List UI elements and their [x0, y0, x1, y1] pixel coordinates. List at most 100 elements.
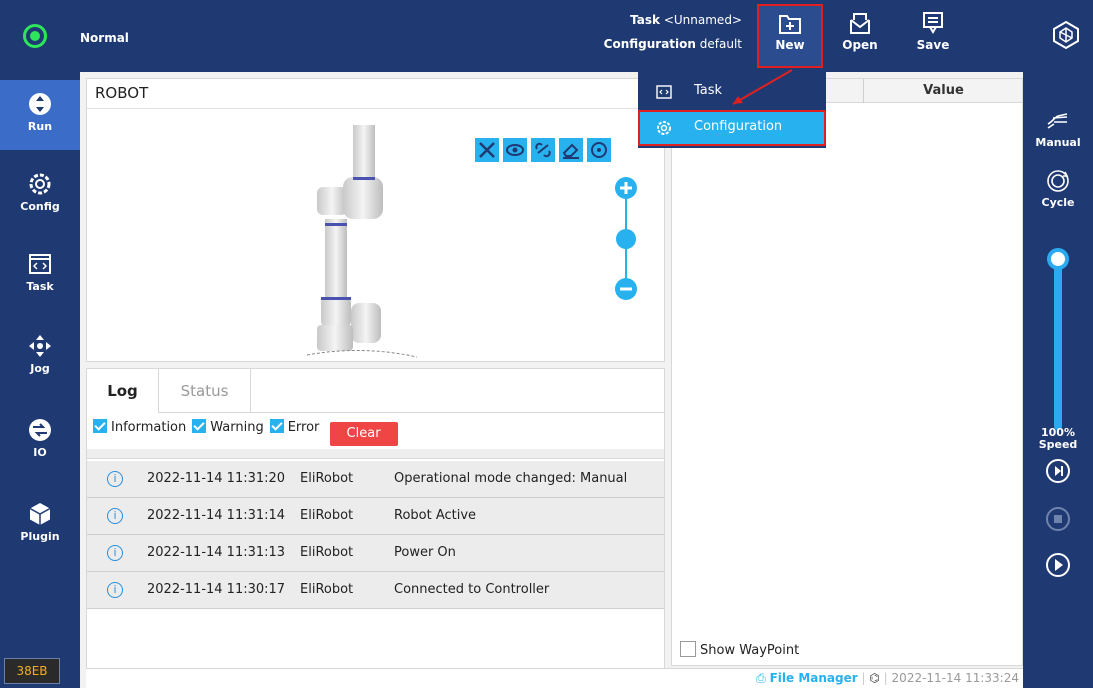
- log-time: 2022-11-14 11:31:13: [147, 545, 286, 560]
- log-tabs: Log Status: [87, 369, 664, 413]
- stop-button[interactable]: [1023, 506, 1093, 532]
- minus-icon: [620, 287, 632, 291]
- log-filters: Information Warning Error Clear: [93, 419, 398, 446]
- zoom-slider-handle[interactable]: [616, 229, 636, 249]
- info-icon: i: [107, 471, 123, 487]
- eraser-icon: [562, 143, 579, 159]
- robot-panel-title: ROBOT: [95, 84, 149, 102]
- checkbox-icon: [680, 641, 696, 657]
- robot-arm-view[interactable]: [307, 125, 417, 361]
- sidebar-item-task[interactable]: Task: [0, 240, 80, 310]
- manual-button[interactable]: Manual: [1023, 108, 1093, 149]
- open-button[interactable]: Open: [830, 6, 890, 66]
- table-row[interactable]: i 2022-11-14 11:31:20 EliRobot Operation…: [87, 461, 664, 498]
- code-icon: [29, 254, 51, 274]
- tool-view-button[interactable]: [475, 138, 499, 162]
- speed-label: Speed: [1038, 438, 1078, 451]
- sidebar-item-config[interactable]: Config: [0, 160, 80, 230]
- link-icon: [535, 142, 551, 158]
- menu-item-label: Configuration: [694, 119, 783, 134]
- zoom-out-button[interactable]: [615, 278, 637, 300]
- info-icon: i: [107, 545, 123, 561]
- step-forward-icon: [1046, 459, 1070, 483]
- cycle-label: Cycle: [1041, 196, 1075, 209]
- open-button-label: Open: [842, 38, 878, 52]
- log-time: 2022-11-14 11:31:20: [147, 471, 286, 486]
- new-file-icon: [779, 15, 801, 34]
- table-row[interactable]: i 2022-11-14 11:31:13 EliRobot Power On: [87, 535, 664, 572]
- speed-slider-fill: [1054, 254, 1062, 430]
- target-view-button[interactable]: [587, 138, 611, 162]
- erase-view-button[interactable]: [559, 138, 583, 162]
- left-sidebar: Run Config Task Jog IO Plugin 38EB: [0, 72, 80, 688]
- step-forward-button[interactable]: [1023, 458, 1093, 484]
- divider: |: [861, 671, 866, 685]
- cycle-button[interactable]: Cycle: [1023, 168, 1093, 209]
- log-source: EliRobot: [300, 582, 354, 597]
- link-view-button[interactable]: [531, 138, 555, 162]
- filter-warning[interactable]: Warning: [192, 419, 264, 435]
- log-message: Connected to Controller: [394, 582, 550, 597]
- build-id-badge: 38EB: [4, 658, 60, 684]
- table-row[interactable]: i 2022-11-14 11:31:14 EliRobot Robot Act…: [87, 498, 664, 535]
- gear-icon: [657, 121, 671, 135]
- app-root: Normal Task <Unnamed> Configuration defa…: [0, 0, 1093, 688]
- menu-item-task[interactable]: Task: [638, 74, 826, 110]
- log-source: EliRobot: [300, 508, 354, 523]
- sidebar-item-label: Config: [20, 200, 60, 213]
- show-waypoint-toggle[interactable]: Show WayPoint: [680, 641, 799, 658]
- log-table: i 2022-11-14 11:31:20 EliRobot Operation…: [87, 461, 664, 609]
- view-toolbar: [475, 138, 615, 162]
- visibility-view-button[interactable]: [503, 138, 527, 162]
- speed-readout: 100% Speed: [1023, 427, 1093, 451]
- status-bar: ⎙ File Manager | ⌬ | 2022-11-14 11:33:24: [86, 668, 1023, 688]
- run-icon: [29, 93, 51, 115]
- speed-slider-handle[interactable]: [1047, 248, 1069, 270]
- log-time: 2022-11-14 11:30:17: [147, 582, 286, 597]
- network-icon: ⌬: [869, 671, 880, 685]
- clear-button[interactable]: Clear: [329, 422, 398, 446]
- manual-label: Manual: [1035, 136, 1081, 149]
- sidebar-item-plugin[interactable]: Plugin: [0, 490, 80, 560]
- sidebar-item-label: IO: [33, 446, 47, 459]
- checkbox-icon: [269, 419, 284, 433]
- zoom-in-button[interactable]: [615, 177, 637, 199]
- filter-error[interactable]: Error: [269, 419, 319, 435]
- mode-label: Normal: [80, 31, 129, 45]
- file-manager-icon: ⎙: [756, 671, 766, 685]
- top-bar: Normal Task <Unnamed> Configuration defa…: [0, 0, 1093, 72]
- tab-log[interactable]: Log: [87, 369, 159, 413]
- robot-panel-header: [87, 79, 664, 109]
- play-button[interactable]: [1023, 552, 1093, 578]
- configuration-value: default: [699, 37, 742, 51]
- sidebar-item-io[interactable]: IO: [0, 406, 80, 476]
- open-icon: [850, 13, 870, 34]
- sidebar-item-label: Run: [27, 120, 53, 133]
- info-icon: i: [107, 508, 123, 524]
- robot-panel: ROBOT: [86, 78, 665, 362]
- brand-logo-icon: [1053, 20, 1079, 50]
- value-column-header: Value: [923, 83, 964, 98]
- plus-icon: [620, 182, 632, 194]
- filter-information[interactable]: Information: [93, 419, 186, 435]
- task-value: <Unnamed>: [663, 13, 742, 27]
- play-icon: [1046, 553, 1070, 577]
- status-right: ⎙ File Manager | ⌬ | 2022-11-14 11:33:24: [756, 671, 1019, 686]
- new-button[interactable]: New: [757, 4, 823, 68]
- right-sidebar: Manual Cycle 100% Speed: [1023, 72, 1093, 688]
- file-manager-link[interactable]: File Manager: [770, 671, 858, 685]
- menu-item-configuration[interactable]: Configuration: [638, 110, 826, 146]
- show-waypoint-label: Show WayPoint: [700, 643, 800, 658]
- tab-status[interactable]: Status: [159, 369, 251, 413]
- new-dropdown-menu: Task Configuration: [638, 72, 826, 148]
- save-button[interactable]: Save: [903, 6, 963, 66]
- log-message: Robot Active: [394, 508, 477, 523]
- eye-icon: [506, 144, 524, 156]
- hand-icon: [1047, 113, 1068, 129]
- task-label: Task: [630, 13, 661, 27]
- sidebar-item-run[interactable]: Run: [0, 80, 80, 150]
- table-row[interactable]: i 2022-11-14 11:30:17 EliRobot Connected…: [87, 572, 664, 609]
- code-icon: [656, 85, 672, 99]
- sidebar-item-jog[interactable]: Jog: [0, 322, 80, 392]
- info-icon: i: [107, 582, 123, 598]
